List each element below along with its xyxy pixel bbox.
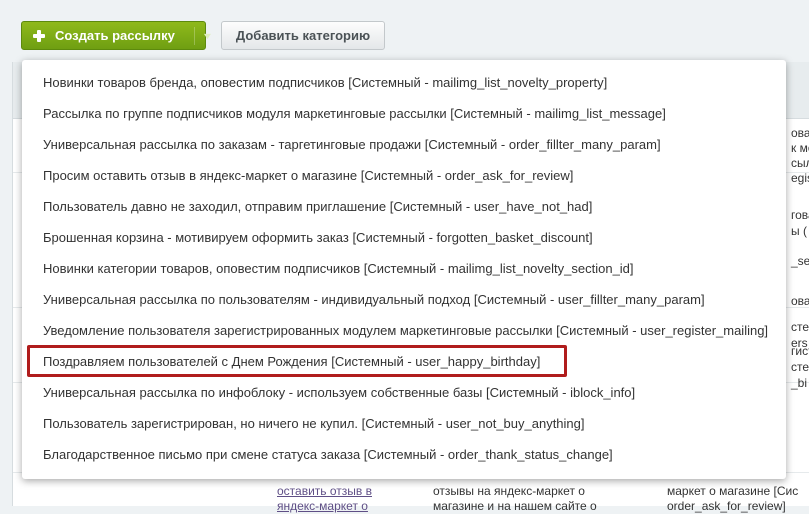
menu-item-novelty-section[interactable]: Новинки категории товаров, оповестим под… (43, 261, 634, 277)
menu-item-group-subscribers[interactable]: Рассылка по группе подписчиков модуля ма… (43, 106, 666, 122)
table-cell: отзывы на яндекс-маркет о (433, 484, 585, 498)
add-category-button[interactable]: Добавить категорию (221, 21, 385, 50)
table-cell-link[interactable]: яндекс-маркет о (277, 499, 368, 514)
create-mailing-button[interactable]: Создать рассылку ▼ (21, 21, 213, 50)
plus-icon (33, 29, 45, 42)
menu-item-iblock-info[interactable]: Универсальная рассылка по инфоблоку - ис… (43, 385, 635, 401)
menu-item-users-targeting[interactable]: Универсальная рассылка по пользователям … (43, 292, 705, 308)
table-cell: магазине и на нашем сайте о (433, 499, 597, 513)
table-cell: гист (791, 344, 809, 358)
menu-item-ask-review[interactable]: Просим оставить отзыв в яндекс-маркет о … (43, 168, 573, 184)
table-cell: _se (791, 254, 809, 268)
menu-item-register-mailing[interactable]: Уведомление пользователя зарегистрирован… (43, 323, 768, 339)
table-cell: сыл (791, 156, 809, 170)
menu-item-thank-status-change[interactable]: Благодарственное письмо при смене статус… (43, 447, 613, 463)
table-cell: ова (791, 126, 809, 140)
table-cell: _bi (791, 376, 808, 390)
menu-item-happy-birthday[interactable]: Поздравляем пользователей с Днем Рождени… (43, 354, 540, 370)
table-cell: ова (791, 294, 809, 308)
table-cell-link[interactable]: оставить отзыв в (277, 484, 372, 499)
table-cell: к мо (791, 141, 809, 155)
table-cell: order_ask_for_review] (667, 499, 786, 513)
table-cell: гова (791, 208, 809, 222)
menu-item-novelty-brand[interactable]: Новинки товаров бренда, оповестим подпис… (43, 75, 607, 91)
create-mailing-dropdown: Новинки товаров бренда, оповестим подпис… (22, 60, 786, 479)
toolbar: Создать рассылку ▼ Добавить категорию (0, 0, 809, 62)
table-cell: сте (791, 320, 809, 334)
table-cell: маркет о магазине [Сис (667, 484, 799, 498)
table-cell: сте (791, 360, 809, 374)
menu-item-not-buy-anything[interactable]: Пользователь зарегистрирован, но ничего … (43, 416, 585, 432)
menu-item-abandoned-basket[interactable]: Брошенная корзина - мотивируем оформить … (43, 230, 593, 246)
menu-item-inactive-user[interactable]: Пользователь давно не заходил, отправим … (43, 199, 592, 215)
chevron-down-icon[interactable]: ▼ (202, 31, 214, 41)
table-cell: ы ( (791, 224, 807, 238)
table-cell: egis (791, 171, 809, 185)
menu-item-orders-targeting[interactable]: Универсальная рассылка по заказам - тарг… (43, 137, 661, 153)
create-mailing-label: Создать рассылку (55, 28, 175, 43)
